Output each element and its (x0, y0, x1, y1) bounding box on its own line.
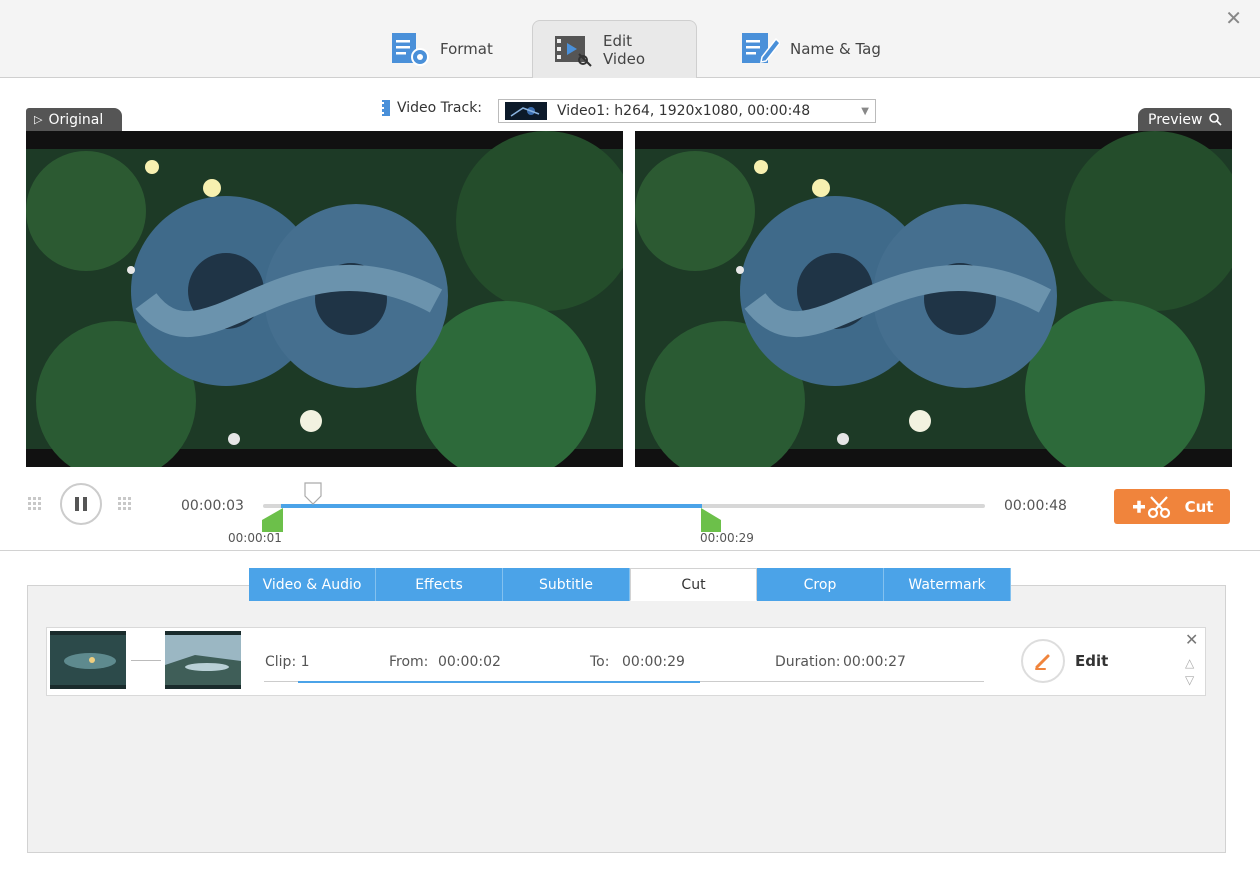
preview-label-text: Preview (1148, 111, 1203, 128)
edit-clip-label: Edit (1075, 652, 1109, 670)
timeline-selection (281, 504, 702, 508)
add-cut-icon (1132, 495, 1170, 518)
start-marker-time: 00:00:01 (228, 531, 282, 545)
move-up-icon[interactable]: △ (1185, 656, 1194, 670)
format-icon (392, 33, 429, 66)
clip-end-thumbnail (165, 631, 241, 689)
pencil-icon (1035, 654, 1050, 670)
preview-label[interactable]: Preview (1138, 108, 1232, 131)
tab-format-label: Format (440, 40, 493, 58)
clip-duration-label: Duration: (775, 654, 841, 670)
clip-to-value: 00:00:29 (622, 654, 685, 670)
tab-watermark[interactable]: Watermark (884, 568, 1011, 601)
end-marker-handle[interactable] (700, 508, 722, 532)
preview-video (635, 131, 1232, 467)
search-icon (1208, 113, 1222, 126)
clip-start-thumbnail-image (50, 631, 126, 689)
original-label: ▷ Original (26, 108, 122, 131)
original-label-text: Original (48, 111, 104, 128)
edit-circle (1021, 639, 1065, 683)
clip-from-value: 00:00:02 (438, 654, 501, 670)
move-down-icon[interactable]: ▽ (1185, 673, 1194, 687)
clip-from-label: From: (389, 654, 429, 670)
video-track-label: Video Track: (397, 100, 483, 116)
original-video (26, 131, 623, 467)
video-track-thumbnail (505, 102, 547, 120)
edit-panel (27, 585, 1226, 853)
tab-effects[interactable]: Effects (376, 568, 503, 601)
current-time: 00:00:03 (181, 498, 244, 514)
tab-name-tag-label: Name & Tag (790, 40, 881, 58)
clip-end-thumbnail-image (165, 631, 241, 689)
step-forward-icon[interactable] (118, 497, 134, 513)
play-outline-icon: ▷ (34, 113, 43, 126)
video-track-label-group: Video Track: (381, 100, 482, 116)
end-marker-time: 00:00:29 (700, 531, 754, 545)
start-marker-handle[interactable] (262, 508, 284, 532)
tab-edit-video[interactable]: Edit Video (532, 20, 697, 78)
total-time: 00:00:48 (1004, 498, 1067, 514)
edit-video-icon (555, 35, 592, 67)
step-back-icon[interactable] (28, 497, 44, 513)
cut-button[interactable]: Cut (1114, 489, 1230, 524)
video-track-icon (382, 100, 390, 116)
remove-clip-icon[interactable]: ✕ (1185, 630, 1198, 649)
tab-edit-video-label: Edit Video (603, 31, 646, 68)
clip-start-thumbnail (50, 631, 126, 689)
clip-duration-value: 00:00:27 (843, 654, 906, 670)
tab-format[interactable]: Format (370, 20, 513, 78)
preview-video-frame (635, 131, 1232, 467)
video-track-select[interactable]: Video1: h264, 1920x1080, 00:00:48 ▼ (498, 99, 876, 123)
chevron-down-icon: ▼ (861, 106, 869, 117)
tab-crop[interactable]: Crop (757, 568, 884, 601)
tab-video-audio[interactable]: Video & Audio (249, 568, 376, 601)
close-icon[interactable]: ✕ (1225, 8, 1242, 28)
pause-icon (75, 497, 87, 511)
cut-button-label: Cut (1184, 497, 1214, 516)
clip-number: Clip: 1 (265, 654, 310, 670)
playhead-handle[interactable] (303, 482, 323, 506)
section-divider (0, 550, 1260, 551)
tab-cut[interactable]: Cut (630, 568, 757, 601)
clip-to-label: To: (590, 654, 610, 670)
edit-clip-button[interactable]: Edit (1021, 639, 1108, 683)
original-video-frame (26, 131, 623, 467)
tab-name-tag[interactable]: Name & Tag (720, 20, 901, 78)
edit-tabs: Video & Audio Effects Subtitle Cut Crop … (249, 568, 1011, 601)
clip-range-selection (298, 681, 700, 683)
pause-button[interactable] (60, 483, 102, 525)
clip-thumbnail-connector (131, 660, 161, 661)
name-tag-icon (742, 33, 780, 63)
tab-subtitle[interactable]: Subtitle (503, 568, 630, 601)
video-track-value: Video1: h264, 1920x1080, 00:00:48 (557, 103, 811, 119)
